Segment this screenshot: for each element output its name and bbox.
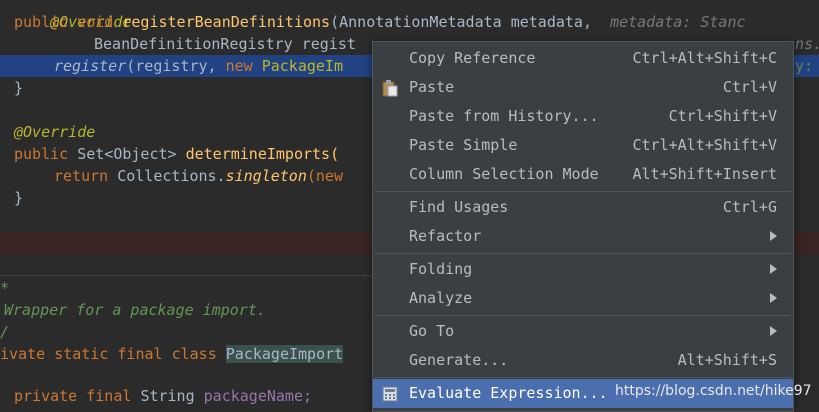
menu-item-analyze[interactable]: Analyze bbox=[373, 284, 793, 313]
args: (registry, bbox=[126, 57, 217, 75]
code-fragment: y: bbox=[795, 57, 814, 75]
code-fragment: ns. bbox=[795, 35, 819, 53]
menu-item-go-to[interactable]: Go To bbox=[373, 317, 793, 346]
class-name: PackageIm bbox=[261, 57, 343, 75]
field-name: packageName; bbox=[203, 387, 313, 405]
menu-item-folding[interactable]: Folding bbox=[373, 255, 793, 284]
context-menu: Copy Reference Ctrl+Alt+Shift+C Paste Ct… bbox=[372, 41, 794, 412]
menu-item-find-usages[interactable]: Find Usages Ctrl+G bbox=[373, 193, 793, 222]
method-name: determineImports( bbox=[185, 145, 340, 163]
watermark: https://blog.csdn.net/hike97 bbox=[615, 383, 812, 399]
keyword: new bbox=[225, 57, 253, 75]
code-line: public void registerBeanDefinitions(Anno… bbox=[0, 11, 819, 33]
calculator-icon bbox=[382, 386, 398, 402]
keyword: void bbox=[77, 13, 114, 31]
param-decl: BeanDefinitionRegistry regist bbox=[94, 35, 356, 53]
menu-separator bbox=[375, 191, 791, 192]
menu-item-copy-reference[interactable]: Copy Reference Ctrl+Alt+Shift+C bbox=[373, 44, 793, 73]
menu-separator bbox=[375, 253, 791, 254]
menu-item-paste[interactable]: Paste Ctrl+V bbox=[373, 73, 793, 102]
menu-separator bbox=[375, 315, 791, 316]
menu-item-paste-from-history[interactable]: Paste from History... Ctrl+Shift+V bbox=[373, 102, 793, 131]
code-line: @Override bbox=[0, 0, 819, 31]
menu-item-paste-simple[interactable]: Paste Simple Ctrl+Alt+Shift+V bbox=[373, 131, 793, 160]
param-hint: metadata: Stanc bbox=[610, 13, 746, 31]
menu-item-column-selection-mode[interactable]: Column Selection Mode Alt+Shift+Insert bbox=[373, 160, 793, 189]
method-call: register bbox=[54, 57, 127, 75]
method-name: registerBeanDefinitions bbox=[122, 13, 331, 31]
annotation: @Override bbox=[14, 123, 96, 141]
doc-comment: Wrapper for a package import. bbox=[4, 301, 266, 319]
params: (AnnotationMetadata metadata, bbox=[330, 13, 592, 31]
keyword: public bbox=[14, 13, 69, 31]
menu-item-generate[interactable]: Generate... Alt+Shift+S bbox=[373, 346, 793, 375]
class-name: PackageImport bbox=[225, 345, 344, 363]
menu-item-refactor[interactable]: Refactor bbox=[373, 222, 793, 251]
divider bbox=[0, 275, 375, 276]
menu-separator bbox=[375, 377, 791, 378]
clipboard-icon bbox=[382, 80, 398, 97]
